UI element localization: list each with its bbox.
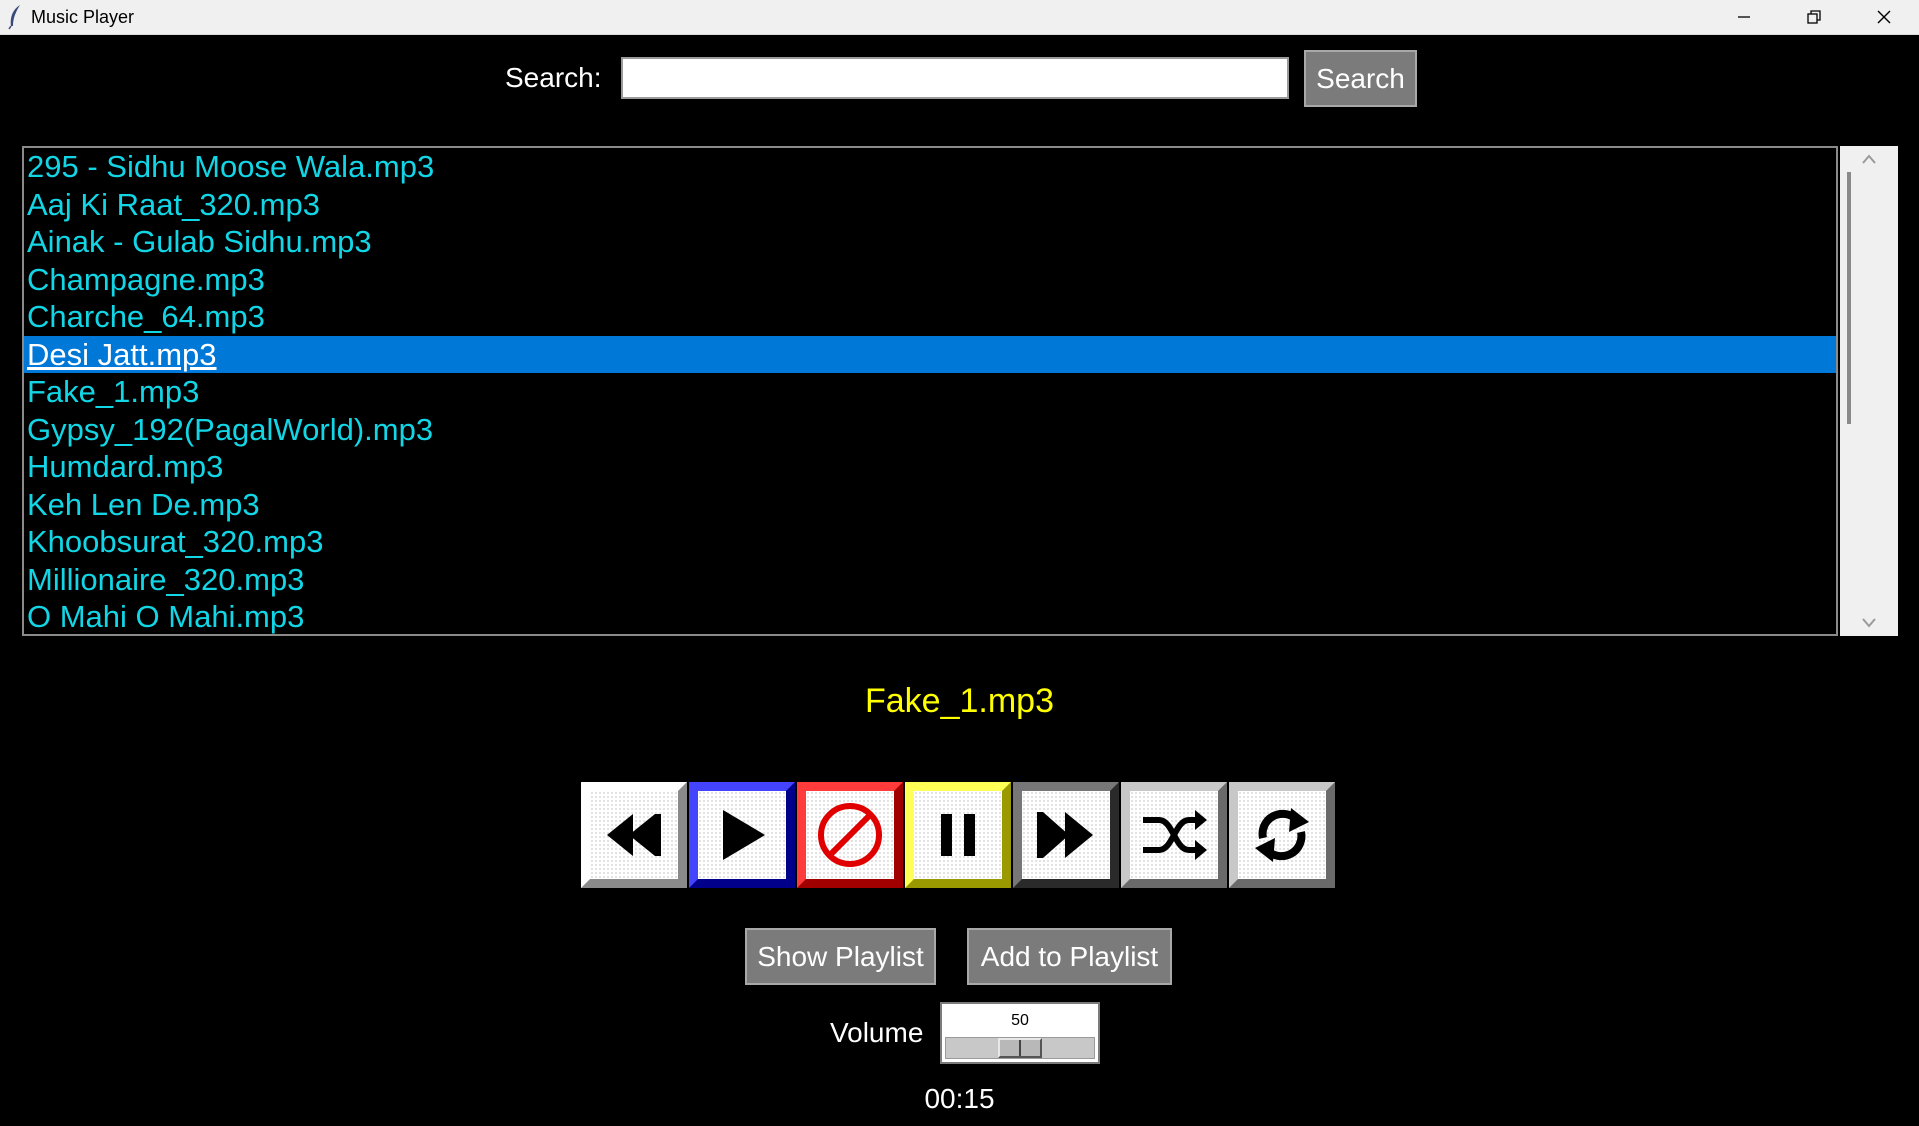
song-title: Gypsy_192(PagalWorld).mp3 [27,411,434,447]
song-list-item[interactable]: O Mahi O Mahi.mp3 [24,598,1836,634]
song-list-item[interactable]: Aaj Ki Raat_320.mp3 [24,186,1836,224]
restore-icon [1807,10,1821,24]
song-list-item[interactable]: Khoobsurat_320.mp3 [24,523,1836,561]
volume-label: Volume [830,1017,924,1048]
elapsed-time: 00:15 [924,1083,995,1114]
song-list-item[interactable]: Desi Jatt.mp3 [24,335,1836,373]
song-title: Desi Jatt.mp3 [27,336,217,372]
close-icon [1877,10,1891,24]
song-list-item[interactable]: Fake_1.mp3 [24,373,1836,411]
now-playing-label: Fake_1.mp3 [865,682,1054,720]
title-bar: Music Player [0,0,1919,35]
song-title: Millionaire_320.mp3 [27,561,305,597]
rewind-icon [607,814,661,856]
song-list-scrollbar[interactable] [1840,146,1898,636]
song-title: Keh Len De.mp3 [27,486,260,522]
shuffle-icon [1143,810,1207,860]
song-title: Fake_1.mp3 [27,374,200,409]
search-input[interactable] [621,57,1289,99]
song-list-item[interactable]: Charche_64.mp3 [24,298,1836,336]
song-title: Khoobsurat_320.mp3 [27,524,324,559]
song-title: Charche_64.mp3 [27,299,265,334]
close-button[interactable] [1849,0,1919,34]
song-list-item[interactable]: Champagne.mp3 [24,261,1836,299]
minimize-icon [1738,16,1750,18]
add-to-playlist-button[interactable]: Add to Playlist [967,928,1172,985]
scroll-thumb[interactable] [1847,172,1851,424]
search-button[interactable]: Search [1304,50,1417,107]
pause-icon [941,814,975,856]
repeat-icon [1255,808,1309,862]
minimize-button[interactable] [1709,0,1779,34]
song-list-item[interactable]: Millionaire_320.mp3 [24,561,1836,599]
song-list-item[interactable]: Ainak - Gulab Sidhu.mp3 [24,223,1836,261]
song-title: O Mahi O Mahi.mp3 [27,599,305,634]
window-title: Music Player [31,7,135,27]
stop-icon [818,803,882,867]
song-listbox[interactable]: 295 - Sidhu Moose Wala.mp3 Aaj Ki Raat_32… [22,146,1838,636]
song-title: Aaj Ki Raat_320.mp3 [27,186,320,222]
scroll-down-arrow[interactable] [1840,612,1898,634]
volume-handle[interactable] [998,1038,1042,1058]
volume-value: 50 [1011,1012,1029,1029]
song-list-item[interactable]: Keh Len De.mp3 [24,486,1836,524]
stop-button[interactable] [797,782,903,888]
repeat-button[interactable] [1229,782,1335,888]
search-label: Search: [505,62,602,93]
chevron-up-icon [1862,154,1876,164]
play-button[interactable] [689,782,795,888]
song-title: Humdard.mp3 [27,449,224,484]
fast-forward-icon [1037,812,1093,858]
previous-button[interactable] [581,782,687,888]
restore-button[interactable] [1779,0,1849,34]
show-playlist-button[interactable]: Show Playlist [745,928,936,985]
scroll-up-arrow[interactable] [1840,148,1898,170]
feather-icon [8,5,20,30]
song-title: 295 - Sidhu Moose Wala.mp3 [27,149,435,184]
song-list-item[interactable]: Humdard.mp3 [24,448,1836,486]
song-list-item[interactable]: Gypsy_192(PagalWorld).mp3 [24,411,1836,449]
volume-trough[interactable] [945,1037,1095,1059]
volume-slider[interactable]: 50 [940,1002,1100,1064]
song-title: Ainak - Gulab Sidhu.mp3 [27,224,372,259]
play-icon [723,810,765,860]
song-title: Champagne.mp3 [27,261,265,297]
shuffle-button[interactable] [1121,782,1227,888]
song-list-item[interactable]: 295 - Sidhu Moose Wala.mp3 [24,148,1836,186]
pause-button[interactable] [905,782,1011,888]
next-button[interactable] [1013,782,1119,888]
chevron-down-icon [1862,618,1876,628]
